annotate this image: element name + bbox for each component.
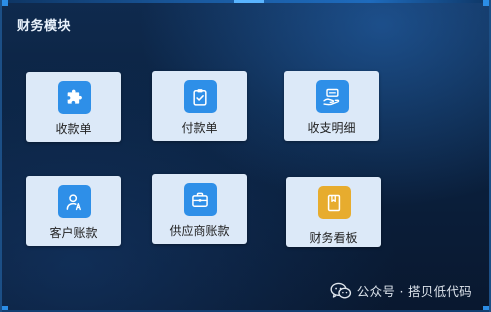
- hand-money-icon: [315, 80, 349, 113]
- wechat-icon: [330, 282, 351, 298]
- finance-module-panel: 财务模块 收款单 付款单 收支明细 客户账款 供应商账款 财务看板 公众号 · …: [0, 0, 491, 312]
- card-receipt[interactable]: 收款单: [26, 72, 121, 142]
- card-customer-accounts[interactable]: 客户账款: [26, 176, 121, 246]
- briefcase-icon: [183, 183, 217, 216]
- corner-decoration: [483, 0, 489, 6]
- clipboard-check-icon: [183, 80, 217, 113]
- card-label: 收支明细: [307, 121, 356, 135]
- card-label: 客户账款: [49, 226, 98, 240]
- card-label: 供应商账款: [169, 224, 230, 238]
- card-label: 收款单: [55, 122, 92, 136]
- card-payment[interactable]: 付款单: [152, 71, 247, 141]
- card-supplier-accounts[interactable]: 供应商账款: [152, 174, 247, 244]
- card-label: 付款单: [181, 121, 218, 135]
- puzzle-icon: [57, 81, 91, 114]
- panel-top-accent: [234, 0, 264, 3]
- customer-icon: [57, 185, 91, 218]
- board-icon: [317, 186, 351, 219]
- card-income-expense-detail[interactable]: 收支明细: [284, 71, 379, 141]
- card-finance-dashboard[interactable]: 财务看板: [286, 177, 381, 247]
- card-label: 财务看板: [309, 231, 358, 245]
- panel-title: 财务模块: [17, 19, 72, 34]
- watermark: 公众号 · 搭贝低代码: [330, 281, 472, 300]
- watermark-text: 公众号 · 搭贝低代码: [356, 284, 472, 299]
- corner-decoration: [2, 0, 8, 6]
